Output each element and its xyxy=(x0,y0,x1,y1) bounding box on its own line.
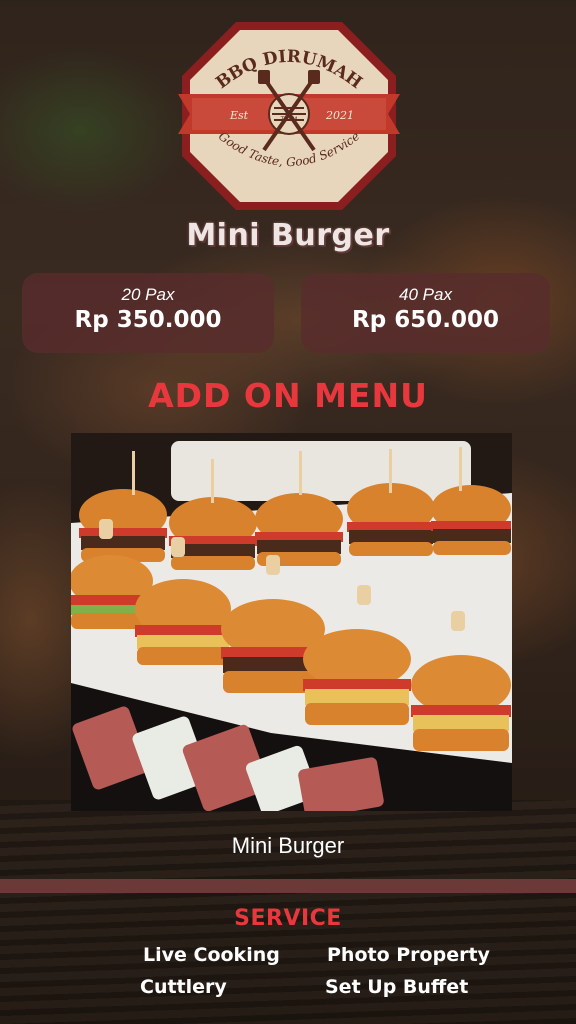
price-option-20-pax: 20 Pax Rp 350.000 xyxy=(22,273,274,353)
price-value: Rp 650.000 xyxy=(352,307,499,333)
service-item-live-cooking: Live Cooking xyxy=(143,944,280,966)
add-on-menu-heading: ADD ON MENU xyxy=(148,376,428,415)
mini-burger-platter-image xyxy=(71,433,512,811)
logo-team-text: TEAM xyxy=(280,116,298,123)
price-value: Rp 350.000 xyxy=(74,307,222,333)
service-item-photo-property: Photo Property xyxy=(327,944,490,966)
page-title: Mini Burger xyxy=(186,218,390,253)
service-heading: SERVICE xyxy=(234,906,342,931)
price-option-40-pax: 40 Pax Rp 650.000 xyxy=(301,273,550,353)
divider-bar xyxy=(0,879,576,893)
service-item-set-up-buffet: Set Up Buffet xyxy=(325,976,469,998)
logo-year-text: 2021 xyxy=(325,109,354,122)
pax-label: 40 Pax xyxy=(399,285,452,304)
pax-label: 20 Pax xyxy=(121,285,175,304)
logo-badge-graphic: BBQ DIRUMAH Good Taste, Good Service Est… xyxy=(178,22,400,210)
service-item-cuttlery: Cuttlery xyxy=(140,976,227,998)
bbq-dirumah-logo: BBQ DIRUMAH Good Taste, Good Service Est… xyxy=(178,18,400,214)
logo-est-text: Est xyxy=(229,109,249,122)
mini-burger-photo xyxy=(71,433,512,811)
photo-caption: Mini Burger xyxy=(231,833,345,858)
